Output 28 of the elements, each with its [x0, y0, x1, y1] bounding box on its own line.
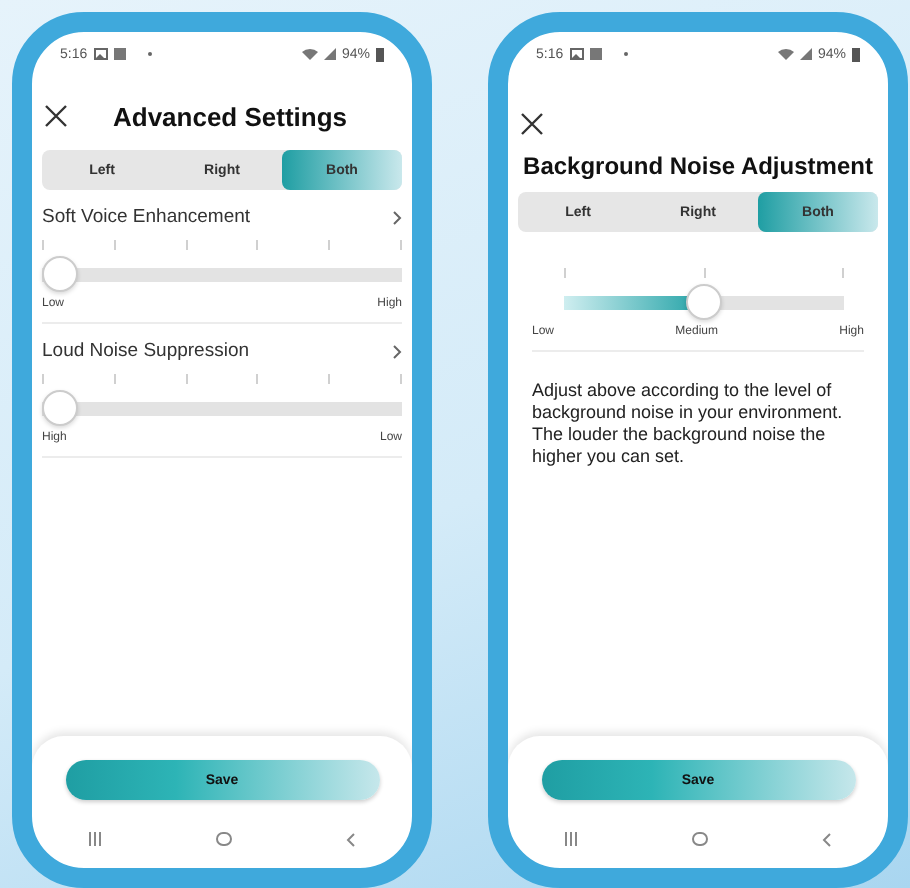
recents-icon[interactable] — [564, 832, 579, 846]
signal-icon — [799, 48, 812, 60]
screen-title: Advanced Settings — [110, 101, 350, 131]
notification-icon — [113, 48, 126, 60]
wifi-icon — [777, 48, 794, 60]
back-icon[interactable] — [821, 832, 832, 848]
screen-title: Background Noise Adjustment — [521, 150, 875, 180]
signal-icon — [323, 48, 336, 60]
chevron-icon[interactable] — [392, 343, 402, 359]
description-text: Adjust above according to the level of background noise in your environment. The louder the background noise the higher you can set. — [532, 380, 845, 468]
notification-icon — [589, 48, 602, 60]
wifi-icon — [301, 48, 318, 60]
setting-name: Loud Noise Suppression — [42, 340, 250, 362]
home-icon[interactable] — [691, 832, 708, 846]
back-icon[interactable] — [345, 832, 356, 848]
slider-thumb[interactable] — [42, 256, 78, 292]
slider-thumb[interactable] — [42, 390, 78, 426]
close-icon[interactable] — [520, 112, 544, 136]
slider-thumb[interactable] — [686, 284, 722, 320]
battery-icon — [852, 47, 860, 61]
battery-icon — [376, 47, 384, 61]
image-icon — [569, 48, 584, 60]
home-icon[interactable] — [215, 832, 232, 846]
image-icon — [93, 48, 108, 60]
chevron-icon[interactable] — [392, 209, 402, 225]
recents-icon[interactable] — [88, 832, 103, 846]
close-icon[interactable] — [44, 104, 68, 128]
setting-name: Soft Voice Enhancement — [42, 206, 251, 228]
